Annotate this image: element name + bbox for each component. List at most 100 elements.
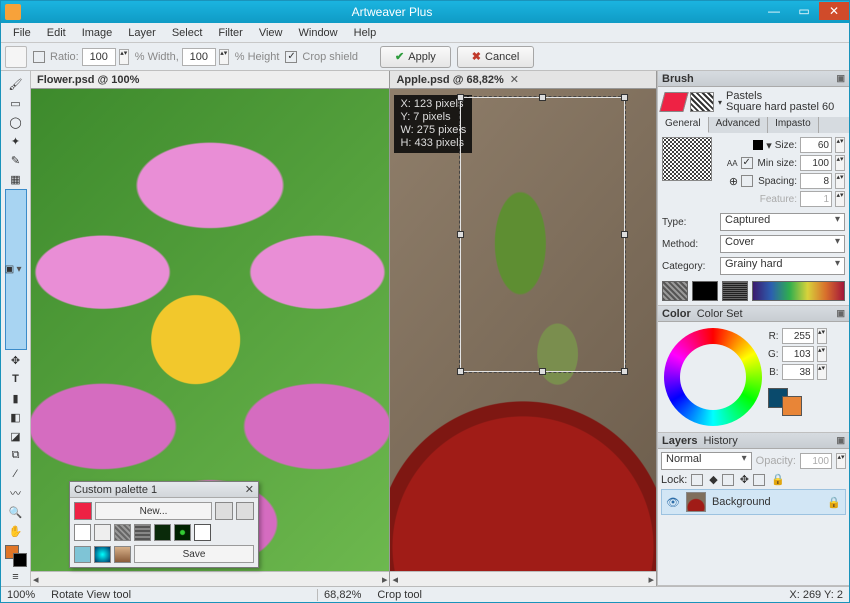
eyedropper-tool[interactable]: ⁄ bbox=[5, 465, 27, 483]
pal-sw-5[interactable] bbox=[154, 524, 171, 541]
pal-sw-8[interactable] bbox=[74, 546, 91, 563]
b-spinner[interactable]: ▴▾ bbox=[817, 364, 827, 380]
color-triangle[interactable] bbox=[689, 353, 737, 395]
type-select[interactable]: Captured bbox=[720, 213, 845, 231]
crop-handle-n[interactable] bbox=[539, 94, 546, 101]
menu-window[interactable]: Window bbox=[291, 25, 346, 41]
move-tool[interactable]: ✥ bbox=[5, 351, 27, 369]
doc2-scrollbar[interactable]: ◂▸ bbox=[390, 571, 656, 586]
brush-tab-impasto[interactable]: Impasto bbox=[768, 117, 819, 133]
menu-edit[interactable]: Edit bbox=[39, 25, 74, 41]
shape-tool[interactable]: ▮ bbox=[5, 389, 27, 407]
r-input[interactable] bbox=[782, 328, 814, 344]
pal-sw-7[interactable] bbox=[194, 524, 211, 541]
palette-tool-a[interactable] bbox=[215, 502, 233, 520]
brush-panel-collapse-icon[interactable]: ▣ bbox=[836, 73, 845, 84]
method-select[interactable]: Cover bbox=[720, 235, 845, 253]
menu-help[interactable]: Help bbox=[346, 25, 385, 41]
apply-button[interactable]: ✔Apply bbox=[380, 46, 451, 68]
minsize-spinner[interactable]: ▴▾ bbox=[835, 155, 845, 171]
text-tool[interactable]: T bbox=[5, 370, 27, 388]
size-spinner[interactable]: ▴▾ bbox=[835, 137, 845, 153]
doc1-scrollbar[interactable]: ◂▸ bbox=[31, 571, 389, 586]
texture-a[interactable] bbox=[662, 281, 688, 301]
color-panel-collapse-icon[interactable]: ▣ bbox=[836, 308, 845, 319]
texture-c[interactable] bbox=[722, 281, 748, 301]
pal-sw-6[interactable] bbox=[174, 524, 191, 541]
doc2-canvas[interactable]: X: 123 pixelsY: 7 pixelsW: 275 pixelsH: … bbox=[390, 89, 656, 571]
eraser-tool[interactable]: ◪ bbox=[5, 427, 27, 445]
stamp-tool[interactable]: ⧉ bbox=[5, 446, 27, 464]
doc2-tab[interactable]: Apple.psd @ 68,82%✕ bbox=[390, 71, 656, 89]
crop-handle-ne[interactable] bbox=[621, 94, 628, 101]
fill-tool[interactable]: ◧ bbox=[5, 408, 27, 426]
history-tab[interactable]: History bbox=[703, 435, 737, 447]
layers-panel-collapse-icon[interactable]: ▣ bbox=[836, 435, 845, 446]
menu-image[interactable]: Image bbox=[74, 25, 121, 41]
crop-handle-w[interactable] bbox=[457, 231, 464, 238]
lock-2[interactable] bbox=[722, 474, 734, 486]
b-input[interactable] bbox=[782, 364, 814, 380]
crop-marquee[interactable] bbox=[460, 97, 625, 372]
palette-tool-b[interactable] bbox=[236, 502, 254, 520]
size-input[interactable] bbox=[800, 137, 832, 153]
color-wheel[interactable] bbox=[664, 328, 762, 426]
crop-handle-sw[interactable] bbox=[457, 368, 464, 375]
menu-select[interactable]: Select bbox=[164, 25, 211, 41]
ratio-spinner[interactable]: ▴▾ bbox=[119, 49, 129, 65]
spacing-check[interactable] bbox=[741, 175, 753, 187]
brush-tab-advanced[interactable]: Advanced bbox=[709, 117, 768, 133]
crop-handle-e[interactable] bbox=[621, 231, 628, 238]
g-input[interactable] bbox=[782, 346, 814, 362]
palette-close-icon[interactable]: ✕ bbox=[245, 483, 254, 496]
close-button[interactable]: ✕ bbox=[819, 2, 849, 20]
visibility-icon[interactable]: 👁 bbox=[666, 496, 680, 509]
custom-palette[interactable]: Custom palette 1✕ New... Save bbox=[69, 481, 259, 568]
layer-row[interactable]: 👁 Background 🔒 bbox=[661, 489, 846, 515]
crop-tool-icon[interactable] bbox=[5, 46, 27, 68]
zoom-tool[interactable]: 🔍 bbox=[5, 503, 27, 521]
pal-sw-10[interactable] bbox=[114, 546, 131, 563]
minsize-input[interactable] bbox=[800, 155, 832, 171]
color-swatches[interactable] bbox=[5, 545, 27, 567]
colorset-tab[interactable]: Color Set bbox=[697, 308, 743, 320]
cropshield-checkbox[interactable] bbox=[285, 51, 297, 63]
crop-tool[interactable]: ▣ bbox=[5, 189, 27, 350]
menu-file[interactable]: File bbox=[5, 25, 39, 41]
palette-brush-icon[interactable] bbox=[74, 502, 92, 520]
spacing-input[interactable] bbox=[800, 173, 832, 189]
ratio-input[interactable] bbox=[82, 48, 116, 66]
pal-sw-3[interactable] bbox=[114, 524, 131, 541]
gradient-tool[interactable]: ▦ bbox=[5, 170, 27, 188]
category-select[interactable]: Grainy hard bbox=[720, 257, 845, 275]
brush-color-icon[interactable] bbox=[659, 92, 688, 112]
tip-dropdown-icon[interactable]: ▾ bbox=[766, 139, 772, 152]
minsize-check[interactable] bbox=[741, 157, 753, 169]
menu-layer[interactable]: Layer bbox=[120, 25, 164, 41]
brush-tab-general[interactable]: General bbox=[658, 117, 709, 133]
lock-1[interactable] bbox=[691, 474, 703, 486]
fg-bg-swatches[interactable] bbox=[768, 388, 802, 416]
brush-dropdown-icon[interactable]: ▾ bbox=[718, 98, 722, 107]
crop-handle-nw[interactable] bbox=[457, 94, 464, 101]
crop-handle-s[interactable] bbox=[539, 368, 546, 375]
brush-tool[interactable]: 🖌 bbox=[5, 75, 27, 93]
brush-preview-icon[interactable] bbox=[690, 92, 714, 112]
texture-b[interactable] bbox=[692, 281, 718, 301]
pal-sw-9[interactable] bbox=[94, 546, 111, 563]
pal-sw-1[interactable] bbox=[74, 524, 91, 541]
minimize-button[interactable]: — bbox=[759, 2, 789, 20]
lasso-tool[interactable]: ◯ bbox=[5, 113, 27, 131]
palette-save-button[interactable]: Save bbox=[134, 545, 254, 563]
g-spinner[interactable]: ▴▾ bbox=[817, 346, 827, 362]
rect-select-tool[interactable]: ▭ bbox=[5, 94, 27, 112]
menu-icon[interactable]: ≡ bbox=[5, 568, 27, 586]
lock-3[interactable] bbox=[753, 474, 765, 486]
r-spinner[interactable]: ▴▾ bbox=[817, 328, 827, 344]
menu-filter[interactable]: Filter bbox=[210, 25, 250, 41]
smudge-tool[interactable]: 〰 bbox=[5, 484, 27, 502]
palette-new-button[interactable]: New... bbox=[95, 502, 212, 520]
spacing-spinner[interactable]: ▴▾ bbox=[835, 173, 845, 189]
pencil-tool[interactable]: ✎ bbox=[5, 151, 27, 169]
maximize-button[interactable]: ▭ bbox=[789, 2, 819, 20]
